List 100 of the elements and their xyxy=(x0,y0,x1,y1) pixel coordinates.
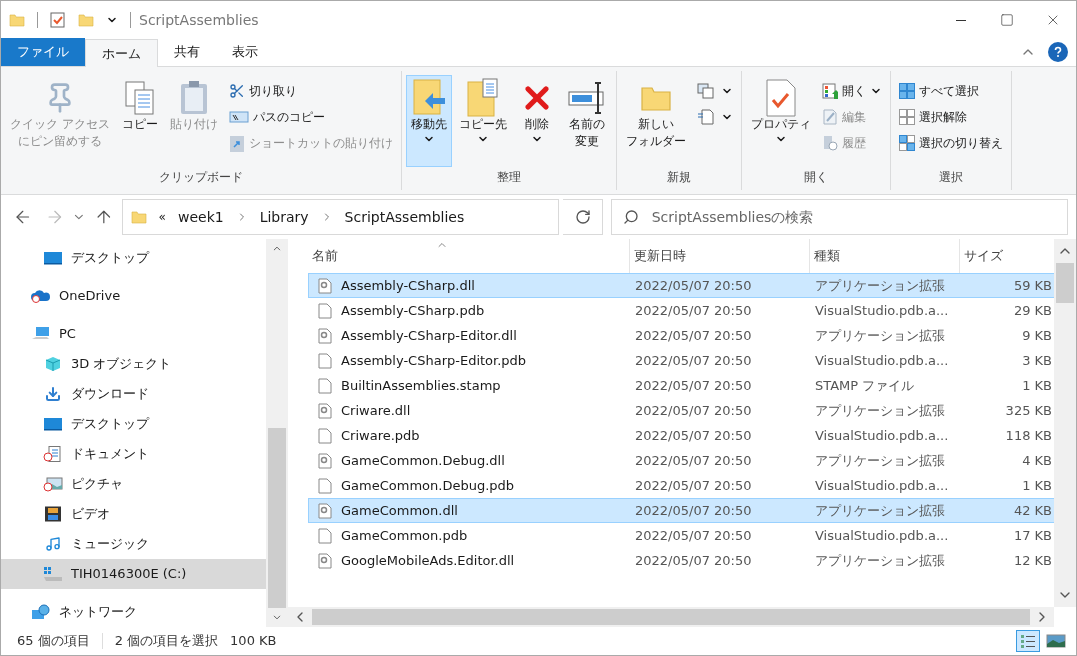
scrollbar[interactable] xyxy=(1054,239,1076,607)
nav-item[interactable]: デスクトップ xyxy=(1,243,266,273)
button-label: 名前の xyxy=(568,116,605,133)
address-bar[interactable]: « week1 Library ScriptAssemblies xyxy=(121,199,560,235)
scroll-thumb[interactable] xyxy=(312,609,1030,625)
file-row[interactable]: Assembly-CSharp-Editor.pdb 2022/05/07 20:50 VisualStudio.pdb.a... 3 KB xyxy=(308,348,1054,373)
nav-item[interactable]: ミュージック xyxy=(1,529,266,559)
download-icon xyxy=(43,386,63,402)
nav-item[interactable]: ピクチャ xyxy=(1,469,266,499)
file-icon xyxy=(317,352,333,369)
scroll-thumb[interactable] xyxy=(268,428,286,608)
size-cell-text: 17 KB xyxy=(1012,526,1053,545)
gear-file-icon xyxy=(317,502,333,519)
ribbon-button[interactable]: 選択解除 xyxy=(894,105,1007,129)
ribbon-button[interactable]: 開く xyxy=(817,79,886,103)
size-cell-text: 12 KB xyxy=(1012,551,1053,570)
ribbon-button[interactable]: 選択の切り替え xyxy=(894,131,1007,155)
film-icon xyxy=(43,506,63,522)
file-name: GameCommon.Debug.dll xyxy=(341,451,505,470)
file-row[interactable]: GameCommon.Debug.dll 2022/05/07 20:50 アプリケーション拡張 4 KB xyxy=(308,448,1054,473)
cloud-icon xyxy=(31,288,51,304)
ribbon-tab[interactable]: ホーム xyxy=(85,39,158,67)
breadcrumb[interactable]: week1 xyxy=(177,206,224,228)
breadcrumb[interactable]: ScriptAssemblies xyxy=(344,206,465,228)
ribbon-button[interactable]: プロパティ xyxy=(745,75,816,167)
ribbon-button[interactable]: 新しい フォルダー xyxy=(620,75,691,167)
group-label: クリップボード xyxy=(157,169,244,186)
ribbon-button[interactable]: 削除 xyxy=(513,75,560,167)
button-label: プロパティ xyxy=(750,116,811,133)
file-icon xyxy=(317,302,333,319)
ribbon-button[interactable]: パスのコピー xyxy=(224,105,397,129)
nav-item[interactable]: OneDrive xyxy=(1,281,266,311)
cube-icon xyxy=(43,356,63,372)
nav-item[interactable]: ネットワーク xyxy=(1,597,266,627)
ribbon-button[interactable]: コピー先 xyxy=(453,75,512,167)
date-cell-text: 2022/05/07 20:50 xyxy=(634,551,753,570)
nav-item[interactable]: ドキュメント xyxy=(1,439,266,469)
group-label: 新規 xyxy=(665,169,692,186)
documents-icon xyxy=(123,80,156,116)
scrollbar[interactable] xyxy=(288,607,1054,627)
selection-count: 2 個の項目を選択 xyxy=(114,632,219,651)
help-icon[interactable] xyxy=(1048,42,1068,62)
size-cell-text: 4 KB xyxy=(1021,451,1053,470)
breadcrumb-overflow[interactable]: « xyxy=(158,208,166,226)
file-row[interactable]: BuiltinAssemblies.stamp 2022/05/07 20:50 STAMP ファイル 1 KB xyxy=(308,373,1054,398)
checkmark-document-icon[interactable] xyxy=(50,12,66,28)
scrollbar[interactable] xyxy=(266,239,288,627)
file-name: Criware.dll xyxy=(341,401,411,420)
ribbon-tab[interactable]: 共有 xyxy=(158,38,216,66)
file-row[interactable]: GameCommon.pdb 2022/05/07 20:50 VisualStudio.pdb.a... 17 KB xyxy=(308,523,1054,548)
nav-item[interactable]: PC xyxy=(1,319,266,349)
button-label: 削除 xyxy=(524,116,549,133)
history-icon xyxy=(821,135,838,151)
file-row[interactable]: GameCommon.dll 2022/05/07 20:50 アプリケーション拡張 42 KB xyxy=(308,498,1054,523)
breadcrumb[interactable]: Library xyxy=(259,206,309,228)
picture-icon xyxy=(43,476,63,492)
file-row[interactable]: GoogleMobileAds.Editor.dll 2022/05/07 20:50 アプリケーション拡張 12 KB xyxy=(308,548,1054,573)
size-cell-text: 1 KB xyxy=(1021,476,1053,495)
ribbon-button[interactable]: 移動先 xyxy=(405,75,452,167)
folder-icon xyxy=(130,209,147,225)
new-item-icon xyxy=(696,83,717,99)
button-label: クイック アクセス xyxy=(10,116,110,133)
button-label: コピー先 xyxy=(458,116,507,133)
file-row[interactable]: Criware.pdb 2022/05/07 20:50 VisualStudio.pdb.a... 118 KB xyxy=(308,423,1054,448)
type-cell-text: アプリケーション拡張 xyxy=(814,401,946,420)
file-row[interactable]: Criware.dll 2022/05/07 20:50 アプリケーション拡張 325 KB xyxy=(308,398,1054,423)
type-cell-text: アプリケーション拡張 xyxy=(814,326,946,345)
window-title: ScriptAssemblies xyxy=(139,10,259,30)
nav-item[interactable]: TIH0146300E (C:) xyxy=(1,559,266,589)
ribbon-button[interactable]: コピー xyxy=(116,75,163,167)
ribbon-button[interactable]: 切り取り xyxy=(224,79,397,103)
ribbon-tab[interactable]: ファイル xyxy=(1,38,85,66)
date-cell-text: 2022/05/07 20:50 xyxy=(634,301,753,320)
shortcut-clipboard-icon xyxy=(228,133,245,153)
scroll-thumb[interactable] xyxy=(1056,263,1074,303)
file-row[interactable]: Assembly-CSharp-Editor.dll 2022/05/07 20:50 アプリケーション拡張 9 KB xyxy=(308,323,1054,348)
ribbon-button[interactable]: すべて選択 xyxy=(894,79,1007,103)
file-row[interactable]: Assembly-CSharp.pdb 2022/05/07 20:50 VisualStudio.pdb.a... 29 KB xyxy=(308,298,1054,323)
file-row[interactable]: Assembly-CSharp.dll 2022/05/07 20:50 アプリケーション拡張 59 KB xyxy=(308,273,1054,298)
nav-item[interactable]: ビデオ xyxy=(1,499,266,529)
date-cell-text: 2022/05/07 20:50 xyxy=(634,501,753,520)
date-cell-text: 2022/05/07 20:50 xyxy=(634,326,753,345)
ribbon-button[interactable]: 名前の 変更 xyxy=(561,75,612,167)
file-name: Assembly-CSharp-Editor.pdb xyxy=(341,351,527,370)
minimize-icon xyxy=(956,19,966,21)
size-cell-text: 29 KB xyxy=(1012,301,1053,320)
ribbon-tab[interactable]: 表示 xyxy=(216,38,274,66)
pencil-document-icon xyxy=(821,109,838,125)
file-row[interactable]: GameCommon.Debug.pdb 2022/05/07 20:50 VisualStudio.pdb.a... 1 KB xyxy=(308,473,1054,498)
details-view-button[interactable] xyxy=(1016,630,1040,652)
search-field[interactable]: ScriptAssembliesの検索 xyxy=(610,199,1068,235)
type-cell-text: VisualStudio.pdb.a... xyxy=(814,476,950,495)
nav-item[interactable]: デスクトップ xyxy=(1,409,266,439)
gear-file-icon xyxy=(317,402,333,419)
drive-icon xyxy=(43,566,63,582)
nav-item[interactable]: ダウンロード xyxy=(1,379,266,409)
size-cell-text: 325 KB xyxy=(1004,401,1053,420)
refresh-button[interactable] xyxy=(563,199,603,235)
nav-item[interactable]: 3D オブジェクト xyxy=(1,349,266,379)
landscape-icon xyxy=(1046,633,1066,649)
